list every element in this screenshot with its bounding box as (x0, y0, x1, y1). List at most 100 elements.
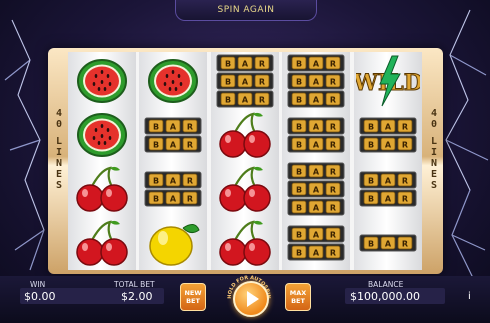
svg-text:B: B (368, 123, 374, 132)
bar-symbol: B A R B A R (287, 117, 345, 153)
lines-char: S (55, 180, 63, 191)
lines-char: 4 (55, 108, 63, 119)
cherries-symbol (219, 112, 271, 158)
svg-text:A: A (385, 123, 392, 132)
svg-text:A: A (385, 141, 392, 150)
svg-text:B: B (296, 141, 302, 150)
svg-text:R: R (402, 123, 408, 132)
svg-text:A: A (170, 123, 177, 132)
svg-text:A: A (170, 177, 177, 186)
svg-text:R: R (259, 96, 265, 105)
watermelon-symbol (77, 59, 127, 103)
svg-text:B: B (225, 78, 231, 87)
max-bet-label: MAX BET (289, 289, 307, 305)
svg-text:R: R (259, 60, 265, 69)
svg-text:A: A (242, 96, 249, 105)
balance-value: $100,000.00 (350, 290, 420, 303)
svg-text:A: A (313, 168, 320, 177)
lines-char: E (55, 169, 63, 180)
svg-text:B: B (296, 78, 302, 87)
reel-5: WILD B A R B A R B A R B A R B A R (354, 52, 422, 270)
reels-area: B A R B A R B A R B A R B A R B A R B A R B A R B A R B A R B A R B A R B A… (68, 52, 422, 270)
lemon-symbol (149, 224, 200, 266)
reel-3: B A R B A R B A R (211, 52, 279, 270)
watermelon-symbol (77, 113, 127, 157)
lines-char: 0 (55, 119, 63, 130)
svg-text:B: B (225, 96, 231, 105)
lines-char: N (55, 158, 63, 169)
svg-text:B: B (368, 195, 374, 204)
svg-text:B: B (368, 240, 374, 249)
svg-text:B: B (368, 177, 374, 186)
svg-text:A: A (313, 186, 320, 195)
svg-text:R: R (187, 195, 193, 204)
lines-char: 0 (430, 119, 438, 130)
new-bet-label: NEW BET (184, 289, 202, 305)
bar-symbol: B A R B A R (144, 171, 202, 207)
cherries-symbol (219, 166, 271, 212)
svg-text:R: R (259, 78, 265, 87)
reel-2: B A R B A R B A R B A R (139, 52, 207, 270)
svg-text:A: A (313, 78, 320, 87)
lines-char: S (430, 180, 438, 191)
svg-text:B: B (368, 141, 374, 150)
svg-text:R: R (330, 204, 336, 213)
svg-text:R: R (330, 78, 336, 87)
total-bet-value: $2.00 (121, 290, 153, 303)
svg-text:A: A (242, 78, 249, 87)
svg-text:B: B (296, 186, 302, 195)
svg-text:R: R (330, 231, 336, 240)
svg-text:B: B (153, 177, 159, 186)
bar-symbol: B A R B A R (359, 171, 417, 207)
svg-text:R: R (330, 249, 336, 258)
spin-again-banner: SPIN AGAIN (175, 0, 317, 21)
svg-text:R: R (330, 186, 336, 195)
spin-button[interactable] (233, 281, 269, 317)
svg-text:A: A (313, 249, 320, 258)
svg-text:A: A (313, 96, 320, 105)
max-bet-button[interactable]: MAX BET (285, 283, 311, 311)
wild-symbol: WILD (356, 55, 420, 107)
new-bet-button[interactable]: NEW BET (180, 283, 206, 311)
svg-text:R: R (402, 141, 408, 150)
svg-text:A: A (385, 177, 392, 186)
cherries-symbol (76, 166, 128, 212)
svg-text:A: A (313, 231, 320, 240)
lines-char: I (55, 147, 63, 158)
reel-1 (68, 52, 136, 270)
bar-symbol: B A R B A R (287, 225, 345, 261)
bar-symbol: B A R B A R B A R (216, 54, 274, 108)
win-value: $0.00 (24, 290, 56, 303)
svg-text:A: A (170, 195, 177, 204)
svg-text:A: A (313, 60, 320, 69)
svg-text:R: R (330, 168, 336, 177)
svg-text:A: A (242, 60, 249, 69)
svg-text:R: R (187, 177, 193, 186)
svg-text:R: R (330, 96, 336, 105)
svg-text:B: B (225, 60, 231, 69)
svg-text:A: A (385, 240, 392, 249)
svg-text:B: B (296, 231, 302, 240)
svg-text:R: R (330, 60, 336, 69)
paylines-label-right: 4 0 L I N E S (427, 108, 441, 191)
svg-text:R: R (402, 195, 408, 204)
svg-text:B: B (153, 123, 159, 132)
lines-char: I (430, 147, 438, 158)
svg-text:B: B (296, 60, 302, 69)
play-icon (247, 291, 259, 307)
svg-text:A: A (170, 141, 177, 150)
info-button[interactable]: i (468, 291, 471, 302)
svg-text:A: A (313, 141, 320, 150)
bar-symbol: B A R B A R B A R (287, 54, 345, 108)
svg-text:B: B (153, 141, 159, 150)
reel-4: B A R B A R B A R B A R B A R B A R B A R B A R B A R B A R (282, 52, 350, 270)
svg-text:B: B (296, 168, 302, 177)
svg-text:R: R (330, 141, 336, 150)
svg-text:R: R (187, 123, 193, 132)
lines-char: E (430, 169, 438, 180)
svg-text:B: B (153, 195, 159, 204)
cherries-symbol (76, 220, 128, 266)
cherries-symbol (219, 220, 271, 266)
bar-symbol: B A R B A R (144, 117, 202, 153)
paylines-label-left: 4 0 L I N E S (52, 108, 66, 191)
